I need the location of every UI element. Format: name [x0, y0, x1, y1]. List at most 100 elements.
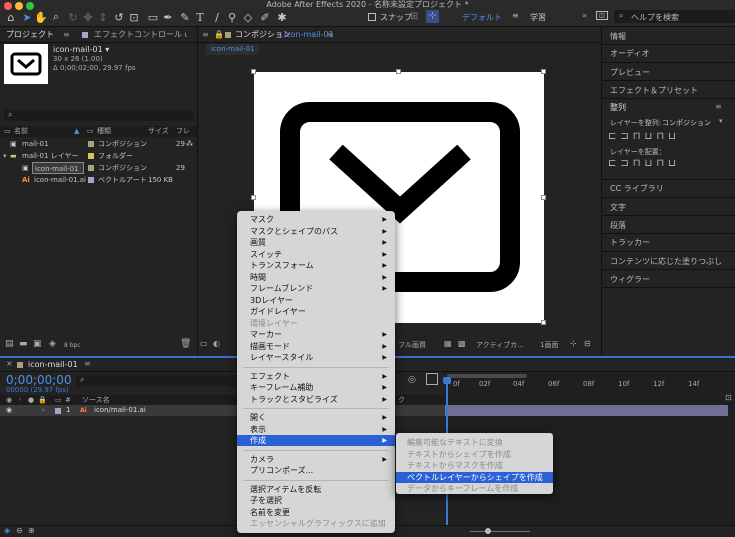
- clone-stamp-tool-icon[interactable]: ⚲: [225, 10, 239, 24]
- workspace-default[interactable]: デフォルト: [462, 12, 502, 23]
- menu-item[interactable]: トラックとスタビライズ ▶: [237, 394, 395, 405]
- menu-item[interactable]: 名前を変更: [237, 507, 395, 518]
- submenu-item[interactable]: ベクトルレイヤーからシェイプを作成: [396, 471, 553, 483]
- menu-item[interactable]: 画質 ▶: [237, 237, 395, 248]
- panel-menu-icon[interactable]: ≡: [327, 27, 334, 43]
- transparency-grid-icon[interactable]: ▩: [458, 339, 466, 348]
- views-dropdown[interactable]: 1画面: [540, 340, 558, 350]
- zoom-tool-icon[interactable]: ⌕: [49, 10, 63, 24]
- sync-settings-icon[interactable]: ◫: [596, 11, 608, 20]
- close-tab-icon[interactable]: ×: [6, 359, 13, 368]
- menu-item[interactable]: フレームブレンド ▶: [237, 283, 395, 294]
- work-area-bar[interactable]: [447, 374, 527, 378]
- menu-item[interactable]: トランスフォーム ▶: [237, 260, 395, 271]
- menu-item[interactable]: マスクとシェイプのパス ▶: [237, 226, 395, 237]
- bpc-label[interactable]: 8 bpc: [64, 342, 81, 349]
- menu-item[interactable]: マーカー ▶: [237, 329, 395, 340]
- align-buttons[interactable]: ⊏⊐⊓⊔⊓⊔: [608, 131, 728, 143]
- menu-item[interactable]: ガイドレイヤー: [237, 306, 395, 317]
- workspace-menu-icon[interactable]: ≡: [512, 11, 519, 20]
- comp-breadcrumb[interactable]: icon-mail-01: [206, 44, 260, 55]
- time-ruler[interactable]: 0f 02f 04f 06f 08f 10f 12f 14f: [445, 380, 735, 394]
- roto-brush-tool-icon[interactable]: ✐: [258, 10, 272, 24]
- tab-project[interactable]: プロジェクト: [6, 27, 54, 43]
- fast-preview-icon[interactable]: ⊹: [570, 339, 577, 348]
- playhead-handle[interactable]: [443, 377, 451, 384]
- snap-options-icon[interactable]: ⊞: [410, 11, 418, 22]
- zoom-slider-handle[interactable]: [485, 528, 491, 534]
- project-row[interactable]: Ai icon-mail-01.ai ベクトルアート 150 KB: [0, 174, 197, 186]
- panel-align-title[interactable]: 整列: [610, 102, 626, 113]
- column-type[interactable]: 種類: [97, 126, 111, 137]
- layer-switches-icon[interactable]: ◈: [4, 526, 10, 535]
- menu-item[interactable]: 描画モード ▶: [237, 341, 395, 352]
- menu-item[interactable]: 開く ▶: [237, 412, 395, 423]
- layer-handle[interactable]: [541, 320, 546, 325]
- column-name[interactable]: 名前: [14, 126, 28, 137]
- menu-item[interactable]: 作成 ▶: [237, 435, 395, 446]
- menu-item[interactable]: プリコンポーズ...: [237, 465, 395, 476]
- color-depth-icon[interactable]: ◈: [49, 339, 56, 349]
- menu-item[interactable]: 子を選択: [237, 495, 395, 506]
- region-of-interest-icon[interactable]: ▦: [444, 339, 452, 348]
- rotation-tool-icon[interactable]: ↺: [112, 10, 126, 24]
- project-search-input[interactable]: ⌕: [4, 110, 194, 121]
- rectangle-tool-icon[interactable]: ▭: [146, 10, 160, 24]
- show-channel-icon[interactable]: ◐: [213, 339, 220, 348]
- menu-item[interactable]: スイッチ ▶: [237, 249, 395, 260]
- close-window-button[interactable]: [4, 2, 12, 10]
- project-row[interactable]: ▣ mail-01 コンポジション 29 ⁂: [0, 138, 197, 150]
- project-row[interactable]: ▾ ▬ mail-01 レイヤー フォルダー: [0, 150, 197, 162]
- label-column-icon[interactable]: ▭: [87, 126, 94, 137]
- snap-grid-icon[interactable]: ⊹: [426, 10, 439, 23]
- brush-tool-icon[interactable]: ∕: [210, 10, 224, 24]
- overflow-icon[interactable]: »: [582, 11, 587, 20]
- new-folder-icon[interactable]: ▬: [19, 339, 28, 349]
- column-size[interactable]: サイズ: [148, 126, 169, 137]
- layer-handle[interactable]: [541, 69, 546, 74]
- resolution-dropdown[interactable]: フル画質: [398, 340, 426, 350]
- pan-camera-icon[interactable]: ✥: [81, 10, 95, 24]
- chevron-down-icon[interactable]: ▾: [719, 117, 723, 125]
- eraser-tool-icon[interactable]: ◇: [241, 10, 255, 24]
- snap-checkbox[interactable]: [368, 13, 376, 21]
- transfer-controls-icon[interactable]: ⊖: [16, 526, 23, 535]
- menu-item[interactable]: 表示 ▶: [237, 424, 395, 435]
- tab-effect-controls[interactable]: エフェクトコントロール ι: [94, 27, 187, 43]
- interpret-footage-icon[interactable]: ▤: [5, 339, 14, 349]
- menu-item[interactable]: 選択アイテムを反転: [237, 484, 395, 495]
- panel-content-aware-fill[interactable]: コンテンツに応じた塗りつぶし: [610, 256, 722, 267]
- camera-dropdown[interactable]: アクティブカ...: [476, 340, 524, 350]
- item-name[interactable]: icon-mail-01 ▾: [53, 45, 109, 54]
- new-composition-icon[interactable]: ▣: [33, 339, 42, 349]
- distribute-buttons[interactable]: ⊏⊐⊓⊔⊓⊔: [608, 158, 728, 170]
- panel-menu-icon[interactable]: ≡: [84, 359, 91, 368]
- puppet-pin-tool-icon[interactable]: ✱: [275, 10, 289, 24]
- timeline-tab[interactable]: icon-mail-01: [28, 360, 78, 369]
- graph-editor-icon[interactable]: [426, 373, 438, 385]
- panel-wiggler[interactable]: ウィグラー: [610, 274, 650, 285]
- current-time[interactable]: 0;00;00;00: [6, 373, 72, 387]
- workspace-learn[interactable]: 学習: [530, 12, 546, 23]
- project-row-selected[interactable]: ▣ icon-mail-01 コンポジション 29: [0, 162, 197, 174]
- zoom-slider[interactable]: [470, 531, 530, 532]
- panel-tracker[interactable]: トラッカー: [610, 237, 650, 248]
- snapshot-icon[interactable]: ▭: [200, 339, 208, 348]
- menu-item[interactable]: キーフレーム補助 ▶: [237, 382, 395, 393]
- panel-menu-icon[interactable]: ≡: [63, 27, 70, 43]
- orbit-camera-icon[interactable]: ↻: [66, 10, 80, 24]
- panel-character[interactable]: 文字: [610, 202, 626, 213]
- selection-tool-icon[interactable]: ➤: [20, 10, 34, 24]
- label-swatch[interactable]: [55, 408, 61, 414]
- anchor-point-tool-icon[interactable]: ⊡: [127, 10, 141, 24]
- panel-audio[interactable]: オーディオ: [610, 48, 649, 59]
- menu-item[interactable]: カメラ ▶: [237, 454, 395, 465]
- panel-paragraph[interactable]: 段落: [610, 220, 626, 231]
- panel-menu-icon[interactable]: ≡: [715, 102, 722, 111]
- sort-asc-icon[interactable]: ▲: [74, 126, 79, 137]
- timeline-icon[interactable]: ⊟: [584, 339, 591, 348]
- timeline-search-input[interactable]: ⌕: [76, 375, 236, 386]
- hand-tool-icon[interactable]: ✋: [34, 10, 48, 24]
- layer-handle[interactable]: [541, 195, 546, 200]
- layer-handle[interactable]: [251, 69, 256, 74]
